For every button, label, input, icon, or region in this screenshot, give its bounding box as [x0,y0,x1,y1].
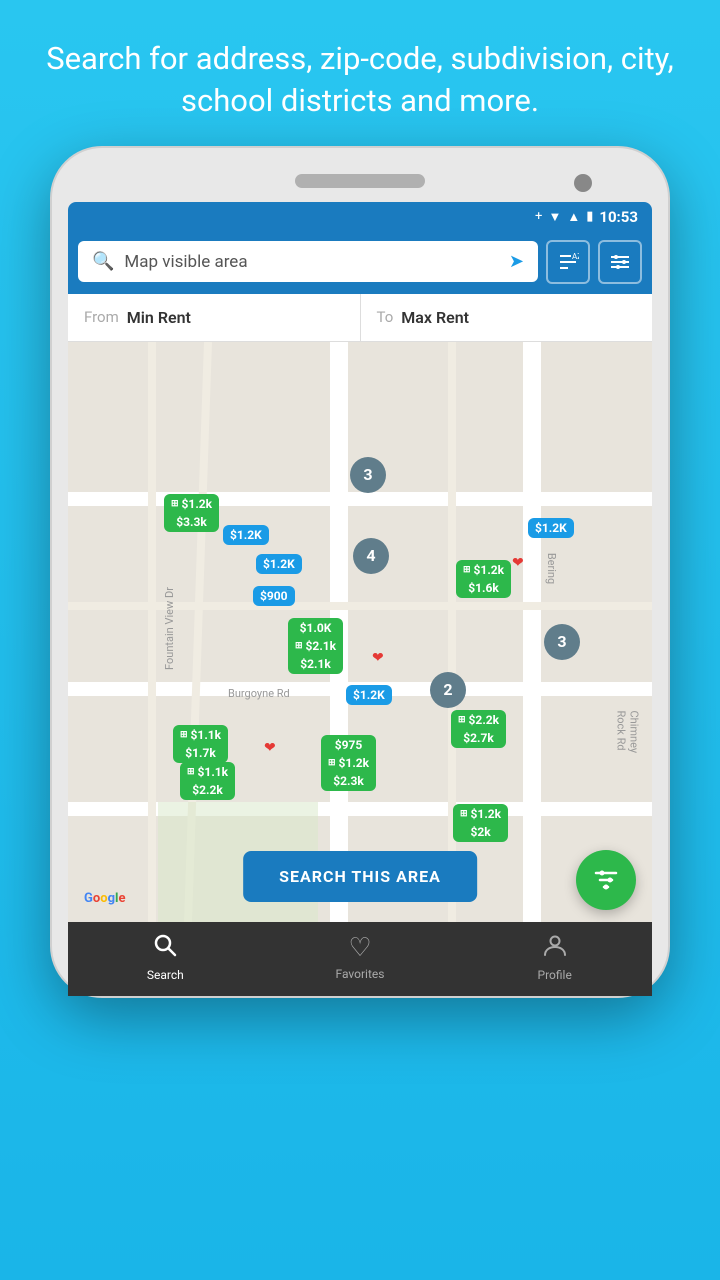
svg-text:AZ: AZ [572,252,579,261]
search-input-text[interactable]: Map visible area [124,252,498,272]
header-text: Search for address, zip-code, subdivisio… [40,38,680,122]
nav-favorites[interactable]: ♡ Favorites [263,933,458,981]
listing-pin-4[interactable]: $900 [253,586,295,606]
cluster-pin-2[interactable]: 4 [353,538,389,574]
listing-pin-10[interactable]: $1.2K [346,685,392,705]
max-rent-filter[interactable]: To Max Rent [361,294,653,341]
cluster-pin-3[interactable]: 3 [544,624,580,660]
listing-pin-9[interactable]: ⊞$1.1k $2.2k [180,762,235,800]
search-icon: 🔍 [92,251,114,272]
status-icons: + ▼ ▲ ▮ 10:53 [535,208,638,226]
listing-pin-12[interactable]: ⊞$1.2k $2k [453,804,508,842]
rent-filter-row: From Min Rent To Max Rent [68,294,652,342]
status-bar: + ▼ ▲ ▮ 10:53 [68,202,652,232]
profile-nav-label: Profile [538,968,572,982]
nav-search[interactable]: Search [68,932,263,982]
search-nav-icon [152,932,178,964]
listing-pin-3[interactable]: $1.2K [256,554,302,574]
heart-2: ❤ [372,650,384,666]
bottom-nav: Search ♡ Favorites Profile [68,922,652,996]
bluetooth-icon: + [535,209,542,224]
signal-icon: ▲ [567,209,580,225]
phone-top [68,166,652,202]
listing-pin-13[interactable]: $975 ⊞$1.2k $2.3k [321,735,376,791]
favorites-nav-icon: ♡ [348,933,371,963]
listing-pin-11[interactable]: ⊞$2.2k $2.7k [451,710,506,748]
listing-pin-1[interactable]: ⊞$1.2k $3.3k [164,494,219,532]
filter-button[interactable] [598,240,642,284]
phone-wrapper: + ▼ ▲ ▮ 10:53 🔍 Map visible area ➤ AZ [50,146,670,998]
from-label: From [84,308,119,326]
listing-pin-5[interactable]: $1.2K [528,518,574,538]
phone-camera [574,174,592,192]
map-area[interactable]: Fountain View Dr Burgoyne Rd Bering Chim… [68,342,652,922]
heart-1: ❤ [512,555,524,571]
search-this-area-button[interactable]: SEARCH THIS AREA [243,851,477,902]
search-area: 🔍 Map visible area ➤ AZ [68,232,652,294]
listing-pin-2[interactable]: $1.2K [223,525,269,545]
to-label: To [377,308,394,326]
min-rent-filter[interactable]: From Min Rent [68,294,361,341]
google-logo: Google [84,891,125,906]
header-section: Search for address, zip-code, subdivisio… [0,0,720,146]
listing-pin-8[interactable]: ⊞$1.1k $1.7k [173,725,228,763]
filter-fab-button[interactable] [576,850,636,910]
battery-icon: ▮ [586,209,593,224]
listing-pin-6[interactable]: ⊞$1.2k $1.6k [456,560,511,598]
max-rent-value: Max Rent [401,308,469,327]
heart-3: ❤ [264,740,276,756]
profile-nav-icon [542,932,568,964]
sort-button[interactable]: AZ [546,240,590,284]
wifi-icon: ▼ [548,209,561,225]
location-icon: ➤ [509,251,524,272]
favorites-nav-label: Favorites [336,967,385,981]
listing-pin-7[interactable]: $1.0K ⊞$2.1k $2.1k [288,618,343,674]
nav-profile[interactable]: Profile [457,932,652,982]
search-nav-label: Search [147,968,184,982]
phone-speaker [295,174,425,188]
status-time: 10:53 [599,208,638,226]
min-rent-value: Min Rent [127,308,191,327]
cluster-pin-4[interactable]: 2 [430,672,466,708]
search-box[interactable]: 🔍 Map visible area ➤ [78,241,538,282]
cluster-pin-1[interactable]: 3 [350,457,386,493]
phone-screen: + ▼ ▲ ▮ 10:53 🔍 Map visible area ➤ AZ [68,202,652,996]
